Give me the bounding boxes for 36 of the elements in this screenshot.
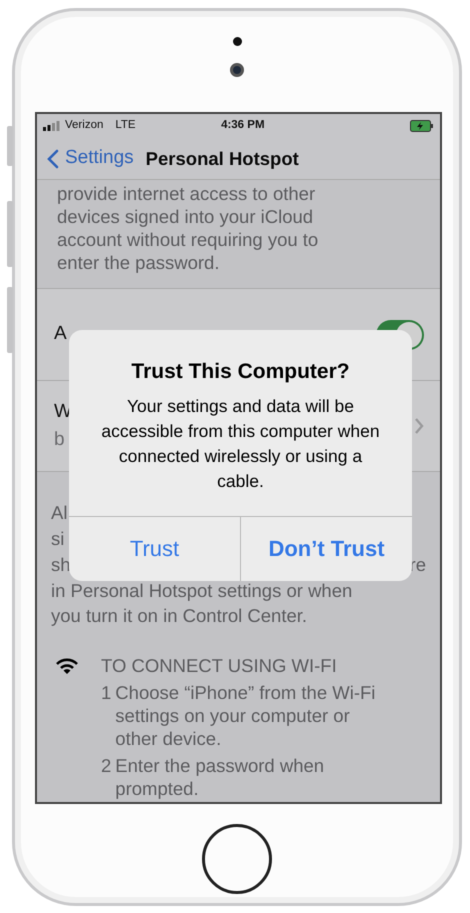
camera-lens — [230, 63, 244, 77]
network-type: LTE — [115, 118, 136, 134]
description-text: account without requiring you to — [57, 228, 320, 251]
alert-message: Your settings and data will be accessible from this computer when connected wirelessly or using a cable. — [100, 394, 381, 492]
row-detail: b — [54, 428, 66, 452]
side-button[interactable] — [7, 287, 13, 353]
back-button[interactable]: Settings — [47, 144, 134, 173]
step-text: Choose “iPhone” from the Wi-Fi settings on your computer or other device. — [115, 681, 376, 750]
trust-button[interactable]: Trust — [69, 516, 240, 580]
step-text: Enter the password when prompted. — [115, 754, 326, 800]
note-text: sh — [51, 553, 71, 577]
side-button[interactable] — [7, 126, 13, 166]
note-text: in Personal Hotspot settings or when — [51, 579, 354, 603]
dont-trust-button[interactable]: Don’t Trust — [240, 516, 412, 580]
description-text: devices signed into your iCloud — [57, 205, 314, 228]
chevron-icon — [414, 417, 424, 435]
note-text: si — [51, 527, 64, 551]
description-text: enter the password. — [57, 251, 220, 274]
step-number: 1 — [101, 681, 112, 705]
step-number: 2 — [101, 754, 112, 778]
wifi-icon — [55, 657, 79, 675]
carrier-name: Verizon — [65, 118, 104, 134]
speaker-dot — [232, 37, 242, 46]
page-title: Personal Hotspot — [146, 146, 299, 171]
note-text: you turn it on in Control Center. — [51, 604, 308, 628]
back-chevron-icon — [47, 148, 59, 168]
section-heading: TO CONNECT USING WI-FI — [101, 654, 338, 677]
home-button[interactable] — [202, 824, 272, 894]
alert-title: Trust This Computer? — [130, 359, 351, 385]
note-text: Al — [51, 501, 68, 525]
side-button[interactable] — [7, 201, 13, 267]
battery-charging-icon — [410, 120, 434, 132]
status-time: 4:36 PM — [221, 118, 266, 134]
signal-icon — [43, 121, 61, 131]
row-label: A — [54, 322, 67, 346]
description-text: provide internet access to other — [57, 182, 316, 205]
